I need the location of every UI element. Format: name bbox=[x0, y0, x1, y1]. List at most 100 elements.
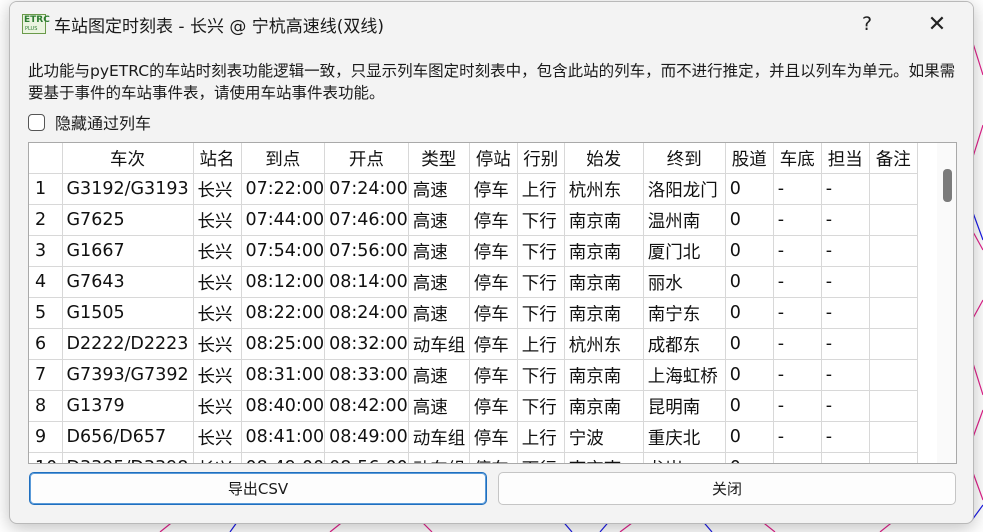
table-cell[interactable]: 下行 bbox=[517, 359, 565, 391]
table-cell[interactable] bbox=[869, 173, 918, 205]
table-cell[interactable]: 07:44:00 bbox=[241, 204, 326, 236]
column-header[interactable]: 车底 bbox=[773, 143, 822, 174]
table-cell[interactable]: 08:40:00 bbox=[241, 390, 326, 422]
table-cell[interactable]: 龙岩 bbox=[643, 452, 726, 463]
table-cell[interactable]: 07:56:00 bbox=[324, 235, 409, 267]
table-cell[interactable]: - bbox=[821, 266, 870, 298]
table-cell[interactable]: 南京南 bbox=[564, 266, 644, 298]
table-cell[interactable]: 南宁东 bbox=[643, 297, 726, 329]
table-cell[interactable]: - bbox=[773, 390, 822, 422]
table-cell[interactable]: 长兴 bbox=[193, 390, 242, 422]
table-cell[interactable]: 停车 bbox=[469, 297, 518, 329]
table-cell[interactable]: 08:14:00 bbox=[324, 266, 409, 298]
table-cell[interactable]: 0 bbox=[725, 390, 774, 422]
table-cell[interactable]: 08:42:00 bbox=[324, 390, 409, 422]
table-cell[interactable]: 厦门北 bbox=[643, 235, 726, 267]
hide-passing-checkbox[interactable]: 隐藏通过列车 bbox=[28, 111, 151, 133]
table-cell[interactable]: 高速 bbox=[408, 359, 470, 391]
table-cell[interactable]: 动车组 bbox=[408, 328, 470, 360]
table-cell[interactable]: 07:22:00 bbox=[241, 173, 326, 205]
table-cell[interactable]: 南京南 bbox=[564, 297, 644, 329]
table-cell[interactable]: 高速 bbox=[408, 266, 470, 298]
table-cell[interactable]: 停车 bbox=[469, 421, 518, 453]
column-header[interactable]: 备注 bbox=[869, 143, 918, 174]
column-header[interactable]: 到点 bbox=[241, 143, 326, 174]
table-cell[interactable]: 长兴 bbox=[193, 421, 242, 453]
table-cell[interactable]: - bbox=[821, 390, 870, 422]
table-cell[interactable]: 下行 bbox=[517, 204, 565, 236]
table-cell[interactable]: 停车 bbox=[469, 452, 518, 463]
table-cell[interactable]: 停车 bbox=[469, 235, 518, 267]
table-cell[interactable]: - bbox=[773, 452, 822, 463]
table-row[interactable]: 6 D2222/D2223 长兴 08:25:00 08:32:00 动车组 停车 上行 杭州东… bbox=[29, 328, 918, 360]
table-cell[interactable]: G1379 bbox=[62, 390, 194, 422]
table-cell[interactable]: 停车 bbox=[469, 204, 518, 236]
table-cell[interactable]: 南京南 bbox=[564, 390, 644, 422]
table-cell[interactable]: 丽水 bbox=[643, 266, 726, 298]
table-cell[interactable]: 0 bbox=[725, 297, 774, 329]
table-cell[interactable]: 长兴 bbox=[193, 173, 242, 205]
table-cell[interactable]: G7643 bbox=[62, 266, 194, 298]
table-cell[interactable]: 长兴 bbox=[193, 452, 242, 463]
table-cell[interactable]: - bbox=[821, 204, 870, 236]
table-row[interactable]: 1 G3192/G3193 长兴 07:22:00 07:24:00 高速 停车 上行 杭州东洛… bbox=[29, 173, 918, 205]
column-header[interactable]: 站名 bbox=[193, 143, 242, 174]
table-cell[interactable]: 08:22:00 bbox=[241, 297, 326, 329]
column-header[interactable]: 始发 bbox=[564, 143, 644, 174]
table-cell[interactable]: G1667 bbox=[62, 235, 194, 267]
table-cell[interactable]: - bbox=[773, 421, 822, 453]
column-header[interactable]: 担当 bbox=[821, 143, 870, 174]
table-cell[interactable]: 南京南 bbox=[564, 235, 644, 267]
table-cell[interactable]: 下行 bbox=[517, 390, 565, 422]
table-row[interactable]: 10D3395/D3398长兴08:49:0008:56:00动车组停车下行南京… bbox=[29, 452, 918, 463]
table-cell[interactable]: 杭州东 bbox=[564, 173, 644, 205]
table-cell[interactable]: 0 bbox=[725, 421, 774, 453]
table-cell[interactable]: 07:54:00 bbox=[241, 235, 326, 267]
table-cell[interactable]: 上海虹桥 bbox=[643, 359, 726, 391]
table-cell[interactable]: - bbox=[821, 173, 870, 205]
table-cell[interactable]: 下行 bbox=[517, 266, 565, 298]
help-button[interactable]: ? bbox=[844, 2, 890, 46]
table-cell[interactable]: - bbox=[773, 173, 822, 205]
column-header[interactable] bbox=[29, 143, 63, 174]
table-cell[interactable]: G7393/G7392 bbox=[62, 359, 194, 391]
table-row[interactable]: 3 G1667 长兴 07:54:00 07:56:00 高速 停车 下行 南京南 厦门北 0- - bbox=[29, 235, 918, 267]
table-cell[interactable]: - bbox=[773, 297, 822, 329]
table-cell[interactable]: 08:32:00 bbox=[324, 328, 409, 360]
table-cell[interactable]: 南京南 bbox=[564, 204, 644, 236]
table-cell[interactable]: - bbox=[821, 359, 870, 391]
table-cell[interactable]: 洛阳龙门 bbox=[643, 173, 726, 205]
column-header[interactable]: 停站 bbox=[469, 143, 518, 174]
table-row[interactable]: 2 G7625 长兴 07:44:00 07:46:00 高速 停车 下行 南京南 温州南 0- - bbox=[29, 204, 918, 236]
table-cell[interactable] bbox=[869, 359, 918, 391]
table-cell[interactable]: D3395/D3398 bbox=[62, 452, 194, 463]
column-header[interactable]: 车次 bbox=[62, 143, 194, 174]
table-cell[interactable]: 08:31:00 bbox=[241, 359, 326, 391]
column-header[interactable]: 行别 bbox=[517, 143, 565, 174]
table-cell[interactable]: - bbox=[821, 235, 870, 267]
column-header[interactable]: 开点 bbox=[324, 143, 409, 174]
table-cell[interactable] bbox=[869, 297, 918, 329]
table-cell[interactable]: 长兴 bbox=[193, 359, 242, 391]
table-cell[interactable]: 动车组 bbox=[408, 452, 470, 463]
table-cell[interactable]: 重庆北 bbox=[643, 421, 726, 453]
vertical-scrollbar[interactable] bbox=[937, 143, 956, 463]
table-cell[interactable] bbox=[869, 328, 918, 360]
timetable-table-view[interactable]: 车次 站名 到点 开点 类型 停站 行别 始发 终到 股道 车底 担当 备注 1 G3192/G3193 长… bbox=[28, 142, 957, 464]
table-cell[interactable]: 长兴 bbox=[193, 266, 242, 298]
table-cell[interactable]: 动车组 bbox=[408, 421, 470, 453]
table-cell[interactable] bbox=[869, 235, 918, 267]
table-cell[interactable]: - bbox=[821, 297, 870, 329]
table-cell[interactable]: 长兴 bbox=[193, 297, 242, 329]
table-cell[interactable]: 温州南 bbox=[643, 204, 726, 236]
table-cell[interactable]: 上行 bbox=[517, 421, 565, 453]
table-cell[interactable]: 长兴 bbox=[193, 328, 242, 360]
table-cell[interactable]: 停车 bbox=[469, 359, 518, 391]
table-cell[interactable] bbox=[869, 266, 918, 298]
table-cell[interactable]: 0 bbox=[725, 328, 774, 360]
table-cell[interactable] bbox=[869, 390, 918, 422]
table-cell[interactable]: 0 bbox=[725, 359, 774, 391]
column-header[interactable]: 股道 bbox=[725, 143, 774, 174]
table-cell[interactable]: 高速 bbox=[408, 390, 470, 422]
table-cell[interactable]: 0 bbox=[725, 173, 774, 205]
